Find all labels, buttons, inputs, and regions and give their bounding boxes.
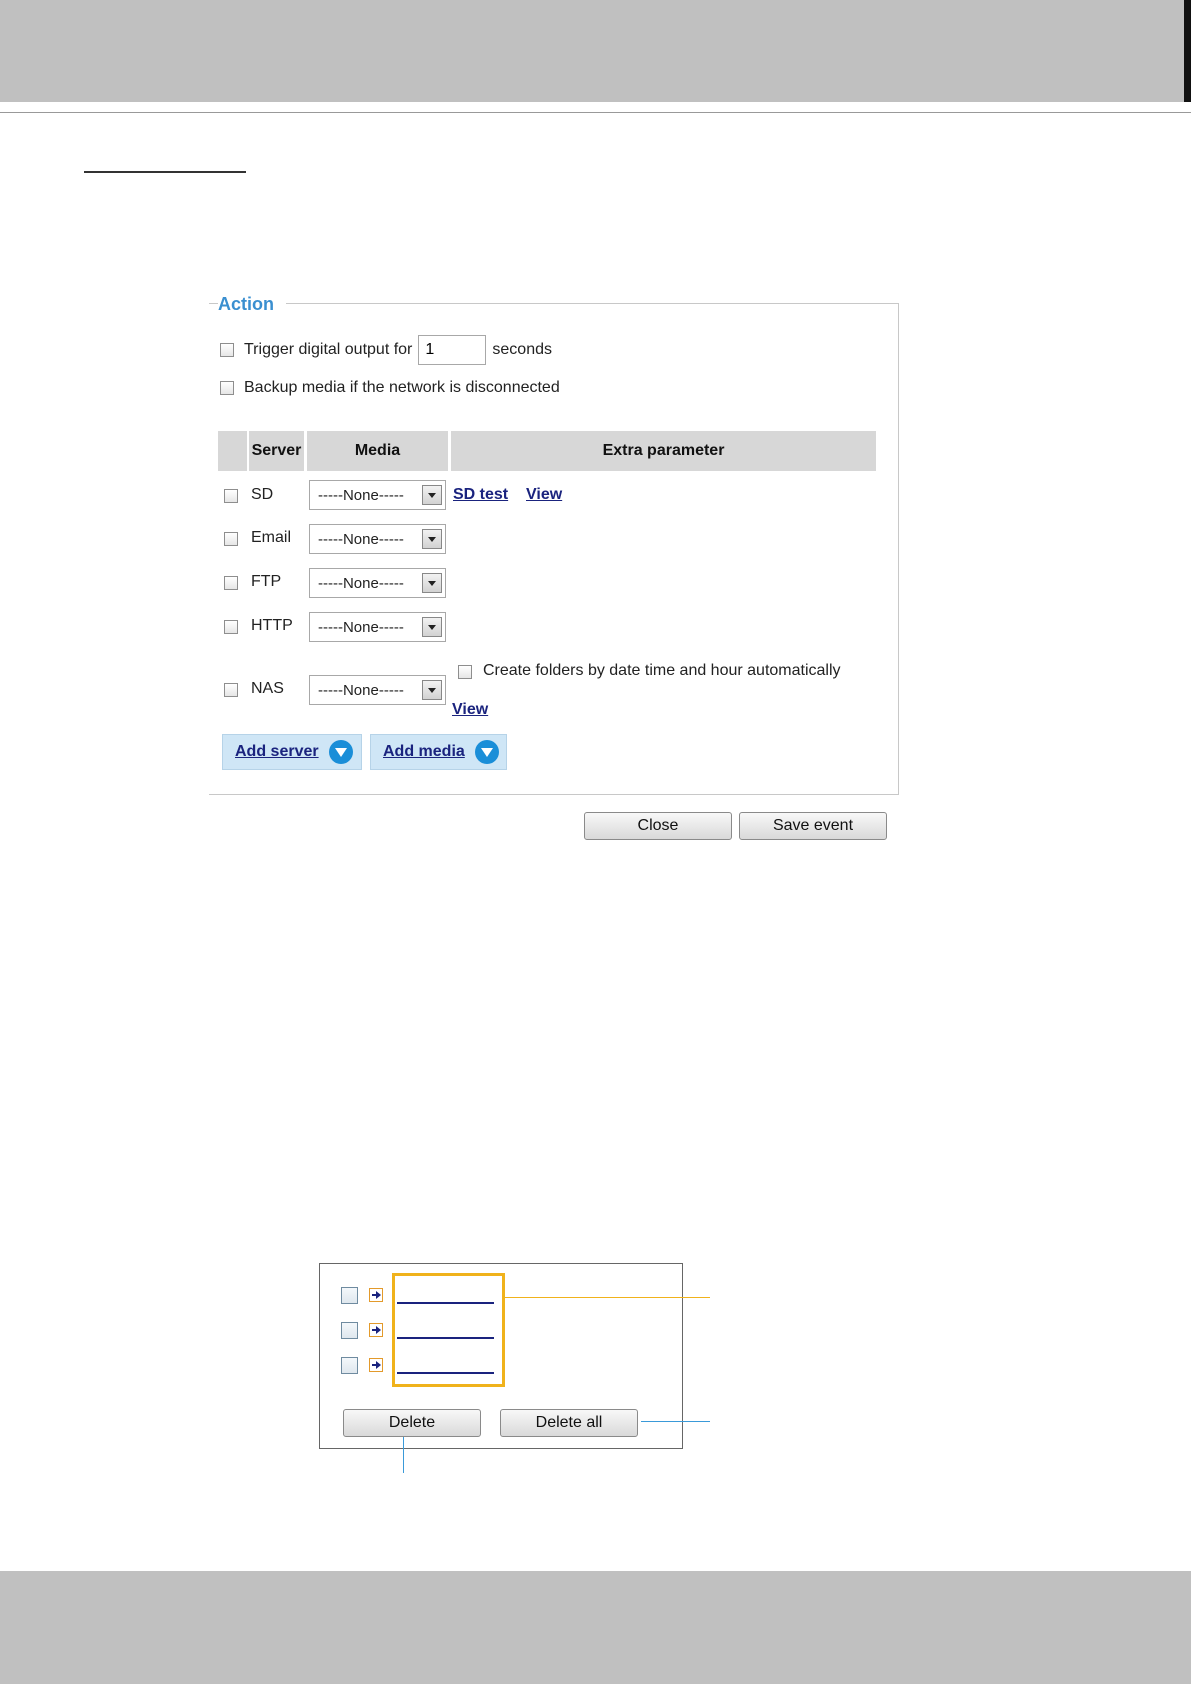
- media-select-sd[interactable]: -----None-----: [309, 480, 446, 510]
- arrow-right-icon[interactable]: [369, 1288, 383, 1302]
- backup-media-checkbox[interactable]: [220, 381, 234, 395]
- server-http-checkbox[interactable]: [224, 620, 238, 634]
- create-folders-label: Create folders by date time and hour aut…: [483, 662, 841, 679]
- server-http-label: HTTP: [251, 617, 293, 634]
- bottom-footer-bar: [0, 1571, 1191, 1684]
- event-names-highlight: [392, 1273, 505, 1387]
- chevron-down-icon: [422, 680, 442, 700]
- expand-down-icon: [328, 740, 353, 764]
- delete-all-button[interactable]: Delete all: [500, 1409, 638, 1437]
- chevron-down-icon: [422, 485, 442, 505]
- table-header-extra-parameter: Extra parameter: [451, 431, 876, 471]
- table-header-media: Media: [307, 431, 448, 471]
- delete-all-callout-line: [641, 1421, 710, 1422]
- media-select-http[interactable]: -----None-----: [309, 612, 446, 642]
- sd-view-link[interactable]: View: [526, 486, 562, 504]
- media-select-nas[interactable]: -----None-----: [309, 675, 446, 705]
- add-server-button[interactable]: Add server: [222, 734, 362, 770]
- table-header-server: Server: [249, 431, 304, 471]
- create-folders-checkbox[interactable]: [458, 665, 472, 679]
- arrow-right-icon[interactable]: [369, 1358, 383, 1372]
- section-heading-underline: [84, 171, 246, 173]
- trigger-digital-output-checkbox[interactable]: [220, 343, 234, 357]
- trigger-digital-output-row: Trigger digital output for seconds: [220, 335, 552, 365]
- table-header-select-column: [218, 431, 247, 471]
- server-email-checkbox[interactable]: [224, 532, 238, 546]
- event-select-checkbox[interactable]: [341, 1287, 358, 1304]
- sd-test-link[interactable]: SD test: [453, 486, 508, 504]
- media-select-ftp[interactable]: -----None-----: [309, 568, 446, 598]
- server-email-label: Email: [251, 529, 292, 546]
- chevron-down-icon: [422, 529, 442, 549]
- chevron-down-icon: [422, 617, 442, 637]
- top-header-bar: [0, 0, 1191, 102]
- delete-callout-line: [403, 1437, 404, 1473]
- media-select-nas-value: -----None-----: [318, 681, 404, 699]
- trigger-seconds-input[interactable]: [418, 335, 487, 365]
- server-sd-checkbox[interactable]: [224, 489, 238, 503]
- arrow-right-icon[interactable]: [369, 1323, 383, 1337]
- save-event-button[interactable]: Save event: [739, 812, 887, 840]
- media-select-email[interactable]: -----None-----: [309, 524, 446, 554]
- add-server-label: Add server: [235, 743, 319, 760]
- close-button[interactable]: Close: [584, 812, 732, 840]
- media-select-http-value: -----None-----: [318, 618, 404, 636]
- media-select-sd-value: -----None-----: [318, 486, 404, 504]
- backup-media-row: Backup media if the network is disconnec…: [220, 379, 560, 397]
- add-media-label: Add media: [383, 743, 465, 760]
- media-select-ftp-value: -----None-----: [318, 574, 404, 592]
- server-nas-checkbox[interactable]: [224, 683, 238, 697]
- server-sd-label: SD: [251, 486, 274, 503]
- nas-view-link[interactable]: View: [452, 701, 488, 719]
- header-divider: [0, 112, 1191, 113]
- event-select-checkbox[interactable]: [341, 1357, 358, 1374]
- server-nas-label: NAS: [251, 680, 284, 697]
- server-ftp-label: FTP: [251, 573, 282, 590]
- media-select-email-value: -----None-----: [318, 530, 404, 548]
- header-edge-marker: [1184, 0, 1191, 102]
- add-media-button[interactable]: Add media: [370, 734, 507, 770]
- expand-down-icon: [474, 740, 499, 764]
- delete-button[interactable]: Delete: [343, 1409, 481, 1437]
- chevron-down-icon: [422, 573, 442, 593]
- trigger-digital-output-label: Trigger digital output for: [244, 341, 413, 358]
- highlight-callout-line: [505, 1297, 710, 1298]
- server-ftp-checkbox[interactable]: [224, 576, 238, 590]
- trigger-seconds-unit: seconds: [492, 341, 552, 358]
- backup-media-label: Backup media if the network is disconnec…: [244, 379, 560, 396]
- action-legend: Action: [218, 294, 286, 315]
- event-select-checkbox[interactable]: [341, 1322, 358, 1339]
